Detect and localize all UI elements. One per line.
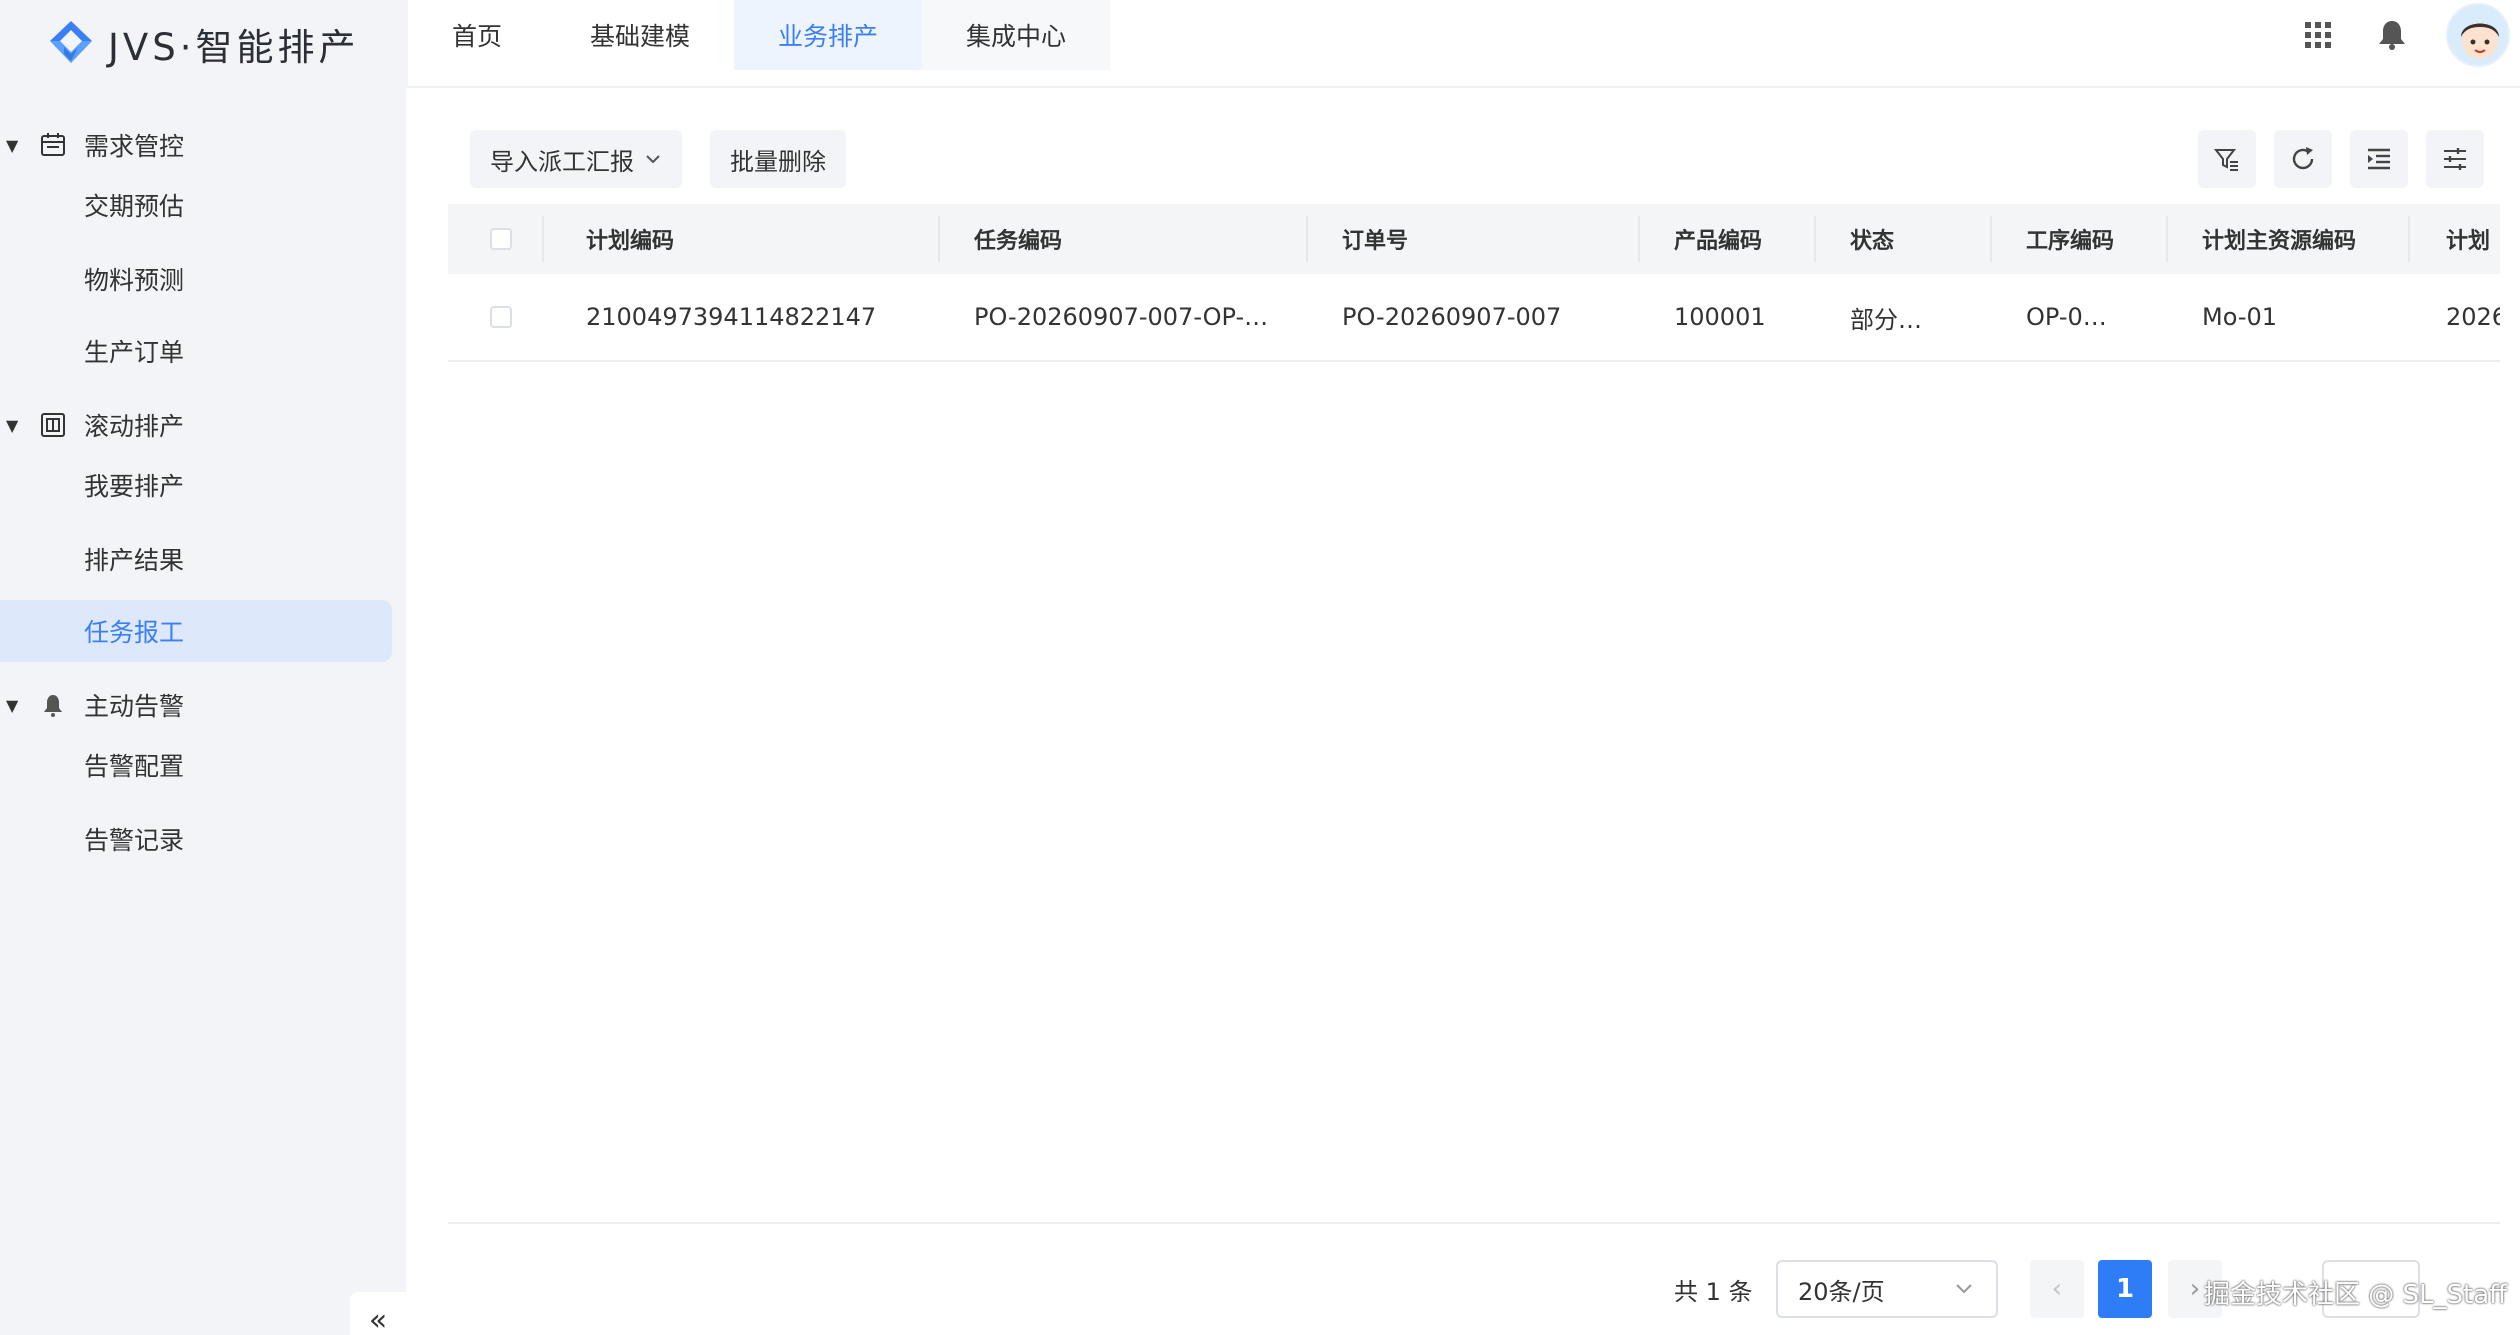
current-page-button[interactable]: 1: [2098, 1260, 2152, 1318]
sidebar-item-label: 排产结果: [84, 546, 185, 575]
select-all-checkbox[interactable]: [490, 204, 520, 274]
sidebar-item-material-forecast[interactable]: 物料预测: [0, 248, 406, 310]
chevron-down-icon: [646, 155, 660, 164]
header-actions: [2298, 0, 2520, 70]
column-header[interactable]: 产品编码: [1674, 204, 1814, 274]
sidebar-item-delivery-estimate[interactable]: 交期预估: [0, 174, 406, 236]
sidebar-item-label: 物料预测: [84, 266, 185, 295]
refresh-icon[interactable]: [2274, 130, 2332, 188]
table-row[interactable]: 2100497394114822147 PO-20260907-007-OP-……: [448, 274, 2500, 362]
sidebar: ▼ 需求管控 交期预估 物料预测 生产订单 ▼ 滚动排产 我要排产 排产结果 任…: [0, 88, 406, 1335]
sidebar-item-label: 告警记录: [84, 826, 185, 855]
sidebar-group-label: 滚动排产: [84, 412, 185, 441]
plan-start-cell: 2026: [2446, 303, 2500, 331]
topnav-home[interactable]: 首页: [408, 0, 547, 70]
top-header: JVS·智能排产 首页 基础建模 业务排产 集成中心: [0, 0, 2520, 88]
topnav-scheduling[interactable]: 业务排产: [734, 0, 923, 70]
column-header[interactable]: 计划主资源编码: [2202, 204, 2402, 274]
brand-name: JVS·智能排产: [108, 26, 360, 69]
top-nav: 首页 基础建模 业务排产 集成中心: [408, 0, 1111, 88]
column-indent-icon[interactable]: [2350, 130, 2408, 188]
import-report-dropdown[interactable]: 导入派工汇报: [470, 130, 682, 188]
avatar[interactable]: [2446, 3, 2510, 67]
sidebar-group-label: 主动告警: [84, 692, 185, 721]
sidebar-item-task-report[interactable]: 任务报工: [0, 600, 392, 662]
settings-sliders-icon[interactable]: [2426, 130, 2484, 188]
sidebar-item-label: 我要排产: [84, 472, 185, 501]
sidebar-group-alerts[interactable]: ▼ 主动告警: [0, 680, 406, 730]
table-header: 计划编码 任务编码 订单号 产品编码 状态 工序编码 计划主资源编码 计划: [448, 204, 2500, 274]
caret-down-icon: ▼: [6, 695, 19, 715]
sidebar-group-demand[interactable]: ▼ 需求管控: [0, 120, 406, 170]
sidebar-item-my-scheduling[interactable]: 我要排产: [0, 454, 406, 516]
caret-down-icon: ▼: [6, 135, 19, 155]
bell-icon: [44, 695, 62, 717]
brand[interactable]: JVS·智能排产: [0, 0, 408, 88]
process-code-cell: OP-0…: [2026, 303, 2107, 331]
sidebar-item-alert-records[interactable]: 告警记录: [0, 808, 406, 870]
caret-down-icon: ▼: [6, 415, 19, 435]
sidebar-item-label: 任务报工: [84, 618, 185, 647]
calendar-icon: [41, 133, 65, 156]
topnav-integration[interactable]: 集成中心: [922, 0, 1111, 70]
sidebar-group-rolling[interactable]: ▼ 滚动排产: [0, 400, 406, 450]
row-checkbox[interactable]: [490, 274, 520, 360]
apps-grid-icon[interactable]: [2298, 15, 2338, 55]
column-header[interactable]: 任务编码: [974, 204, 1214, 274]
data-table: 计划编码 任务编码 订单号 产品编码 状态 工序编码 计划主资源编码 计划 21…: [448, 204, 2500, 362]
sidebar-group-label: 需求管控: [84, 132, 185, 161]
column-header[interactable]: 工序编码: [2026, 204, 2166, 274]
page-size-value: 20条/页: [1798, 1277, 1885, 1306]
logo-icon: [50, 21, 92, 63]
sidebar-item-label: 告警配置: [84, 752, 185, 781]
task-code-cell: PO-20260907-007-OP-…: [974, 303, 1269, 331]
total-count: 共 1 条: [1674, 1277, 1753, 1306]
sidebar-item-label: 交期预估: [84, 192, 185, 221]
plan-code-cell: 2100497394114822147: [586, 303, 877, 331]
main-resource-cell: Mo-01: [2202, 303, 2278, 331]
column-header[interactable]: 计划: [2446, 204, 2500, 274]
bell-icon[interactable]: [2372, 15, 2412, 55]
filter-icon[interactable]: [2198, 130, 2256, 188]
order-number-cell: PO-20260907-007: [1342, 303, 1562, 331]
app-root: JVS·智能排产 首页 基础建模 业务排产 集成中心 ▼ 需求管控 交期预估 物…: [0, 0, 2520, 1335]
page-size-select[interactable]: 20条/页: [1776, 1260, 1998, 1318]
prev-page-button[interactable]: ‹: [2030, 1260, 2084, 1318]
sidebar-collapse-button[interactable]: «: [350, 1292, 406, 1335]
sidebar-item-alert-config[interactable]: 告警配置: [0, 734, 406, 796]
layout-icon: [41, 413, 65, 437]
status-cell: 部分…: [1850, 305, 1922, 334]
sidebar-item-schedule-result[interactable]: 排产结果: [0, 528, 406, 590]
batch-delete-label: 批量删除: [730, 147, 826, 176]
watermark-credit: 掘金技术社区 @ SL_Staff: [2204, 1280, 2508, 1310]
product-code-cell: 100001: [1674, 303, 1766, 331]
column-header[interactable]: 计划编码: [586, 204, 826, 274]
pagination-divider: [448, 1222, 2500, 1224]
topnav-modeling[interactable]: 基础建模: [546, 0, 735, 70]
import-report-label: 导入派工汇报: [490, 147, 634, 176]
column-header[interactable]: 订单号: [1342, 204, 1582, 274]
batch-delete-button[interactable]: 批量删除: [710, 130, 846, 188]
chevron-down-icon: [1956, 1284, 1972, 1294]
sidebar-item-production-order[interactable]: 生产订单: [0, 320, 406, 382]
main-content: 导入派工汇报 批量删除 计划编码 任务编码 订单号 产品编码 状态 工序编码 计…: [408, 90, 2520, 1335]
sidebar-item-label: 生产订单: [84, 338, 185, 367]
column-header[interactable]: 状态: [1850, 204, 1990, 274]
